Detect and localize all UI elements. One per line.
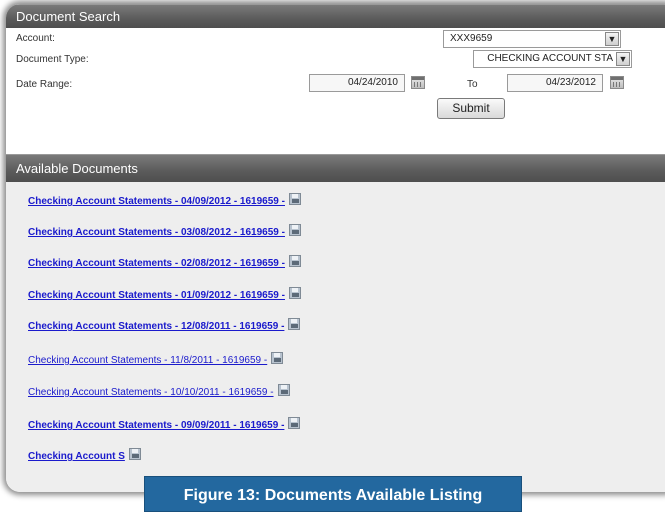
document-row: Checking Account Statements - 10/10/2011…: [28, 382, 290, 402]
document-row: Checking Account Statements - 03/08/2012…: [28, 222, 301, 242]
document-link[interactable]: Checking Account Statements - 10/10/2011…: [28, 387, 274, 398]
document-row: Checking Account Statements - 01/09/2012…: [28, 285, 301, 305]
document-row: Checking Account Statements - 12/08/2011…: [28, 316, 301, 336]
document-link[interactable]: Checking Account Statements - 11/8/2011 …: [28, 355, 267, 366]
available-documents-header: Available Documents: [6, 154, 665, 182]
document-link[interactable]: Checking Account S: [28, 451, 125, 462]
chevron-down-icon[interactable]: ▼: [616, 52, 630, 66]
document-link[interactable]: Checking Account Statements - 03/08/2012…: [28, 227, 285, 238]
document-link[interactable]: Checking Account Statements - 04/09/2012…: [28, 196, 285, 207]
document-type-label: Document Type:: [16, 54, 89, 65]
document-link[interactable]: Checking Account Statements - 02/08/2012…: [28, 258, 285, 269]
document-search-header: Document Search: [6, 4, 665, 28]
save-icon[interactable]: [271, 352, 284, 364]
chevron-down-icon[interactable]: ▼: [605, 32, 619, 46]
document-link[interactable]: Checking Account Statements - 12/08/2011…: [28, 321, 284, 332]
document-type-select[interactable]: CHECKING ACCOUNT STA ▼: [473, 50, 632, 68]
save-icon[interactable]: [288, 255, 301, 267]
save-icon[interactable]: [288, 224, 301, 236]
document-row: Checking Account Statements - 09/09/2011…: [28, 415, 301, 435]
submit-button[interactable]: Submit: [437, 98, 505, 119]
save-icon[interactable]: [128, 448, 141, 460]
document-search-panel: Account: XXX9659 ▼ Document Type: CHECKI…: [6, 28, 665, 156]
account-label: Account:: [16, 33, 55, 44]
save-icon[interactable]: [277, 384, 290, 396]
document-row: Checking Account S: [28, 446, 141, 466]
calendar-icon[interactable]: [411, 76, 425, 89]
document-link[interactable]: Checking Account Statements - 01/09/2012…: [28, 290, 285, 301]
to-date-field[interactable]: 04/23/2012: [507, 74, 603, 92]
save-icon[interactable]: [288, 417, 301, 429]
document-row: Checking Account Statements - 02/08/2012…: [28, 253, 301, 273]
to-label: To: [467, 79, 478, 90]
save-icon[interactable]: [288, 287, 301, 299]
save-icon[interactable]: [288, 193, 301, 205]
document-row: Checking Account Statements - 11/8/2011 …: [28, 350, 284, 370]
document-row: Checking Account Statements - 04/09/2012…: [28, 191, 301, 211]
available-documents-list: Checking Account Statements - 04/09/2012…: [6, 182, 665, 492]
account-select[interactable]: XXX9659 ▼: [443, 30, 621, 48]
figure-caption: Figure 13: Documents Available Listing: [144, 476, 522, 512]
document-type-select-value: CHECKING ACCOUNT STA: [487, 53, 613, 64]
account-select-value: XXX9659: [450, 33, 493, 44]
from-date-field[interactable]: 04/24/2010: [309, 74, 405, 92]
screenshot-frame: Document Search Account: XXX9659 ▼ Docum…: [6, 4, 665, 492]
calendar-icon[interactable]: [610, 76, 624, 89]
date-range-label: Date Range:: [16, 79, 73, 90]
document-link[interactable]: Checking Account Statements - 09/09/2011…: [28, 420, 284, 431]
save-icon[interactable]: [288, 318, 301, 330]
